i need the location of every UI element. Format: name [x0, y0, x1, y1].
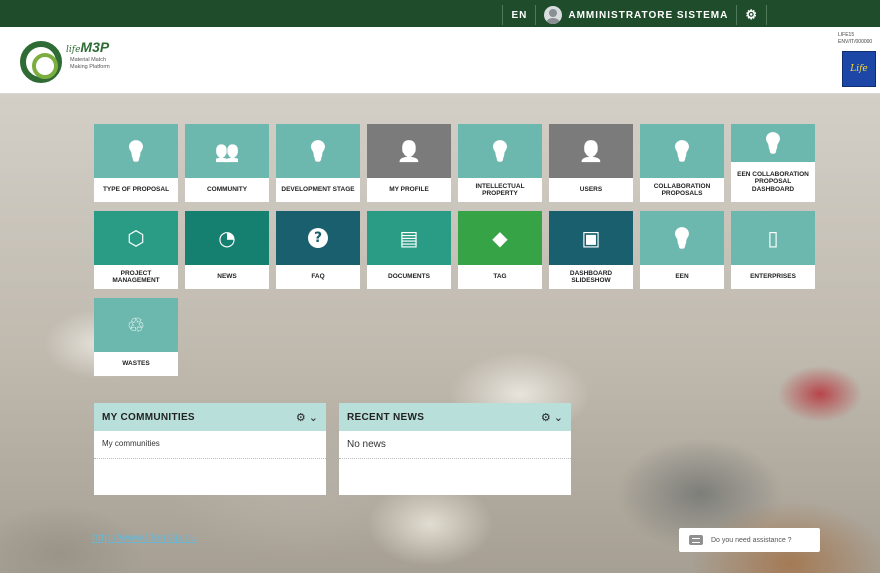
- logo[interactable]: lifeM3P Material Match Making Platform: [20, 35, 125, 89]
- gear-icon[interactable]: ⚙ ⌄: [296, 411, 318, 424]
- panel-title: RECENT NEWS: [347, 411, 425, 423]
- tile-label: USERS: [579, 186, 603, 194]
- user-menu[interactable]: AMMINISTRATORE SISTEMA: [535, 5, 736, 25]
- chat-icon: [689, 535, 703, 545]
- lightbulb-icon: 💡: [458, 124, 542, 178]
- tile-label: MY PROFILE: [389, 186, 429, 194]
- news-list: No news: [339, 431, 571, 459]
- tile-wastes[interactable]: ♲ WASTES: [94, 298, 178, 376]
- tile-dashboard-slideshow[interactable]: ▣ DASHBOARD SLIDESHOW: [549, 211, 633, 289]
- tile-my-profile[interactable]: 👤 MY PROFILE: [367, 124, 451, 202]
- cubes-icon: ⬡: [94, 211, 178, 265]
- tile-label: TAG: [493, 273, 507, 281]
- tile-news[interactable]: ◔ NEWS: [185, 211, 269, 289]
- top-bar: EN AMMINISTRATORE SISTEMA ⚙: [0, 0, 880, 27]
- tile-community[interactable]: 👥 COMMUNITY: [185, 124, 269, 202]
- tile-label: NEWS: [217, 273, 237, 281]
- logo-mark: [20, 41, 62, 83]
- language-selector[interactable]: EN: [502, 5, 535, 25]
- tile-type-of-proposal[interactable]: 💡 TYPE OF PROPOSAL: [94, 124, 178, 202]
- tablet-icon: ▯: [731, 211, 815, 265]
- tile-faq[interactable]: ? FAQ: [276, 211, 360, 289]
- tile-label: EEN COLLABORATION PROPOSAL DASHBOARD: [737, 170, 809, 193]
- eu-code: LIFE15 ENV/IT/000000: [838, 32, 873, 45]
- tile-project-management[interactable]: ⬡ PROJECT MANAGEMENT: [94, 211, 178, 289]
- eu-life-logo: Life: [842, 51, 876, 87]
- assistance-button[interactable]: Do you need assistance ?: [679, 528, 820, 552]
- tile-label: PROJECT MANAGEMENT: [112, 269, 160, 285]
- avatar: [544, 6, 563, 24]
- tile-een[interactable]: 💡 EEN: [640, 211, 724, 289]
- website-link[interactable]: http://www.lifem3p.eu: [92, 532, 197, 544]
- assistance-label: Do you need assistance ?: [711, 536, 792, 544]
- lightbulb-glow-icon: 💡: [640, 211, 724, 265]
- users-icon: 👥: [185, 124, 269, 178]
- user-group-icon: 👤: [549, 124, 633, 178]
- tile-label: COMMUNITY: [206, 186, 248, 194]
- tile-label: ENTERPRISES: [750, 273, 796, 281]
- tile-label: EEN: [675, 273, 689, 281]
- lightbulb-icon: 💡: [276, 124, 360, 178]
- topbar-spacer: [766, 5, 816, 25]
- tile-label: DASHBOARD SLIDESHOW: [569, 269, 613, 285]
- logo-subtitle: Material Match Making Platform: [70, 57, 110, 70]
- tile-label: DEVELOPMENT STAGE: [281, 186, 355, 194]
- panel-title: MY COMMUNITIES: [102, 411, 195, 423]
- recent-news-panel: RECENT NEWS ⚙ ⌄ No news: [339, 403, 571, 495]
- user-name: AMMINISTRATORE SISTEMA: [568, 9, 729, 21]
- rss-icon: ◔: [185, 211, 269, 265]
- gear-icon[interactable]: ⚙ ⌄: [541, 411, 563, 424]
- lightbulb-icon: 💡: [640, 124, 724, 178]
- tile-label: WASTES: [122, 360, 150, 368]
- tile-intellectual-property[interactable]: 💡 INTELLECTUAL PROPERTY: [458, 124, 542, 202]
- communities-list: My communities: [94, 431, 326, 459]
- tile-documents[interactable]: ▤ DOCUMENTS: [367, 211, 451, 289]
- tile-label: FAQ: [311, 273, 325, 281]
- tile-development-stage[interactable]: 💡 DEVELOPMENT STAGE: [276, 124, 360, 202]
- tile-label: TYPE OF PROPOSAL: [102, 186, 170, 194]
- tile-label: COLLABORATION PROPOSALS: [653, 182, 711, 198]
- header: lifeM3P Material Match Making Platform L…: [0, 27, 880, 94]
- lightbulb-glow-icon: 💡: [731, 124, 815, 162]
- gear-icon: ⚙: [745, 7, 758, 22]
- tile-enterprises[interactable]: ▯ ENTERPRISES: [731, 211, 815, 289]
- question-icon: ?: [276, 211, 360, 265]
- tile-een-collaboration-proposal-dashboard[interactable]: 💡 EEN COLLABORATION PROPOSAL DASHBOARD: [731, 124, 815, 202]
- settings-button[interactable]: ⚙: [736, 5, 766, 25]
- user-icon: 👤: [367, 124, 451, 178]
- tile-collaboration-proposals[interactable]: 💡 COLLABORATION PROPOSALS: [640, 124, 724, 202]
- logo-title: lifeM3P: [66, 39, 110, 55]
- lightbulb-icon: 💡: [94, 124, 178, 178]
- my-communities-panel: MY COMMUNITIES ⚙ ⌄ My communities: [94, 403, 326, 495]
- tag-icon: ◆: [458, 211, 542, 265]
- tile-users[interactable]: 👤 USERS: [549, 124, 633, 202]
- recycle-icon: ♲: [94, 298, 178, 352]
- tile-label: DOCUMENTS: [388, 273, 430, 281]
- image-icon: ▣: [549, 211, 633, 265]
- tile-label: INTELLECTUAL PROPERTY: [475, 182, 525, 198]
- document-icon: ▤: [367, 211, 451, 265]
- tile-tag[interactable]: ◆ TAG: [458, 211, 542, 289]
